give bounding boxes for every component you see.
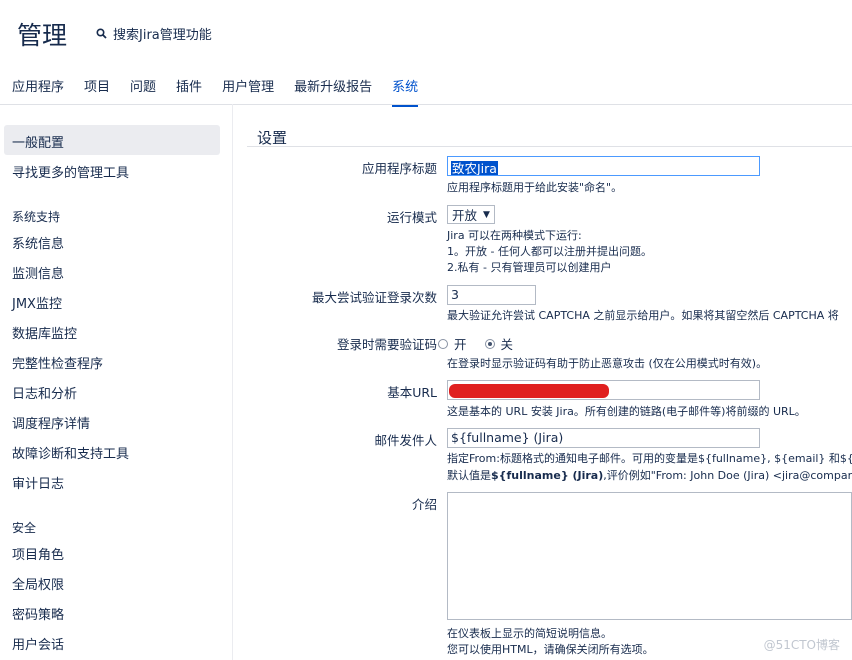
- settings-section-title: 设置: [257, 129, 288, 147]
- tab-user-management[interactable]: 用户管理: [222, 76, 274, 107]
- tab-issues[interactable]: 问题: [130, 76, 156, 107]
- email-from-desc-prefix: 默认值是: [447, 469, 491, 482]
- sidebar-item-system-info[interactable]: 系统信息: [12, 233, 64, 252]
- sidebar-section-security: 安全: [12, 521, 37, 535]
- sidebar-section-system-support: 系统支持: [12, 210, 61, 224]
- section-divider: [247, 146, 852, 147]
- sidebar-item-monitoring[interactable]: 监测信息: [12, 263, 64, 282]
- email-from-desc-default: ${fullname} (Jira): [491, 469, 604, 482]
- base-url-description: 这是基本的 URL 安装 Jira。所有创建的链路(电子邮件等)将前缀的 URL…: [447, 405, 806, 418]
- base-url-label: 基本URL: [387, 385, 437, 400]
- sidebar-item-integrity-checker[interactable]: 完整性检查程序: [12, 353, 103, 372]
- search-icon: [96, 28, 107, 39]
- intro-textarea[interactable]: [447, 492, 852, 620]
- tab-applications[interactable]: 应用程序: [12, 76, 64, 107]
- app-title-value: 致农Jira: [451, 161, 498, 176]
- sidebar-item-password-policy[interactable]: 密码策略: [12, 604, 64, 623]
- mode-label: 运行模式: [386, 210, 437, 225]
- sidebar-item-global-permissions[interactable]: 全局权限: [12, 574, 64, 593]
- mode-description-1: Jira 可以在两种模式下运行:: [447, 229, 582, 242]
- tab-addons[interactable]: 插件: [176, 76, 202, 107]
- admin-search[interactable]: 搜索Jira管理功能: [96, 24, 212, 43]
- sidebar-item-database-monitoring[interactable]: 数据库监控: [12, 323, 77, 342]
- email-from-description-2: 默认值是${fullname} (Jira),评价例如"From: John D…: [447, 467, 852, 483]
- max-attempts-label: 最大尝试验证登录次数: [311, 290, 437, 305]
- search-label[interactable]: 搜索Jira管理功能: [113, 24, 212, 43]
- captcha-off-radio[interactable]: [484, 338, 495, 349]
- page-title: 管理: [17, 21, 68, 50]
- captcha-label: 登录时需要验证码: [336, 337, 437, 352]
- admin-header: 管理 搜索Jira管理功能 应用程序 项目 问题 插件 用户管理 最新升级报告 …: [0, 0, 852, 107]
- email-from-desc-suffix: ,评价例如"From: John Doe (Jira) <jira@compan…: [603, 469, 852, 482]
- max-attempts-input[interactable]: 3: [447, 285, 536, 305]
- email-from-description-1: 指定From:标题格式的通知电子邮件。可用的变量是${fullname}, ${…: [447, 452, 852, 465]
- admin-tabs: 应用程序 项目 问题 插件 用户管理 最新升级报告 系统: [12, 76, 438, 107]
- sidebar-item-jmx-monitoring[interactable]: JMX监控: [12, 293, 62, 312]
- mode-select-value: 开放: [452, 208, 478, 223]
- sidebar: 一般配置 寻找更多的管理工具 系统支持 系统信息 监测信息 JMX监控 数据库监…: [0, 104, 233, 660]
- chevron-down-icon: ▼: [483, 209, 490, 220]
- app-title-description: 应用程序标题用于给此安装"命名"。: [447, 181, 623, 194]
- app-title-input[interactable]: 致农Jira: [447, 156, 760, 176]
- sidebar-item-audit-log[interactable]: 审计日志: [12, 473, 64, 492]
- redaction-mark: [449, 384, 609, 398]
- watermark: @51CTO博客: [763, 638, 840, 652]
- app-title-label: 应用程序标题: [361, 161, 437, 176]
- email-from-label: 邮件发件人: [374, 433, 437, 448]
- max-attempts-description: 最大验证允许尝试 CAPTCHA 之前显示给用户。如果将其留空然后 CAPTCH…: [447, 309, 839, 322]
- intro-description-1: 在仪表板上显示的简短说明信息。: [447, 627, 612, 640]
- sidebar-item-user-sessions[interactable]: 用户会话: [12, 634, 64, 653]
- mode-description-2: 1。开放 - 任何人都可以注册并提出问题。: [447, 245, 652, 258]
- email-from-input[interactable]: ${fullname} (Jira): [447, 428, 760, 448]
- tab-system[interactable]: 系统: [392, 76, 419, 107]
- intro-label: 介绍: [411, 497, 437, 512]
- captcha-radio-group: 开 关: [438, 334, 513, 353]
- tab-latest-upgrade-report[interactable]: 最新升级报告: [294, 76, 372, 107]
- sidebar-item-logging-profiling[interactable]: 日志和分析: [12, 383, 77, 402]
- mode-select[interactable]: 开放 ▼: [447, 205, 495, 224]
- sidebar-item-troubleshooting[interactable]: 故障诊断和支持工具: [12, 443, 129, 462]
- sidebar-item-find-more-admin-tools[interactable]: 寻找更多的管理工具: [12, 162, 129, 181]
- captcha-description: 在登录时显示验证码有助于防止恶意攻击 (仅在公用模式时有效)。: [447, 357, 768, 370]
- tab-projects[interactable]: 项目: [84, 76, 110, 107]
- sidebar-item-project-roles[interactable]: 项目角色: [12, 544, 64, 563]
- sidebar-item-scheduler-details[interactable]: 调度程序详情: [12, 413, 90, 432]
- captcha-off-label[interactable]: 关: [501, 334, 514, 353]
- intro-description-2: 您可以使用HTML，请确保关闭所有选项。: [447, 643, 654, 656]
- captcha-on-label[interactable]: 开: [454, 334, 467, 353]
- sidebar-item-general-configuration[interactable]: 一般配置: [12, 132, 64, 151]
- captcha-on-radio[interactable]: [438, 338, 448, 349]
- mode-description-3: 2.私有 - 只有管理员可以创建用户: [447, 261, 612, 274]
